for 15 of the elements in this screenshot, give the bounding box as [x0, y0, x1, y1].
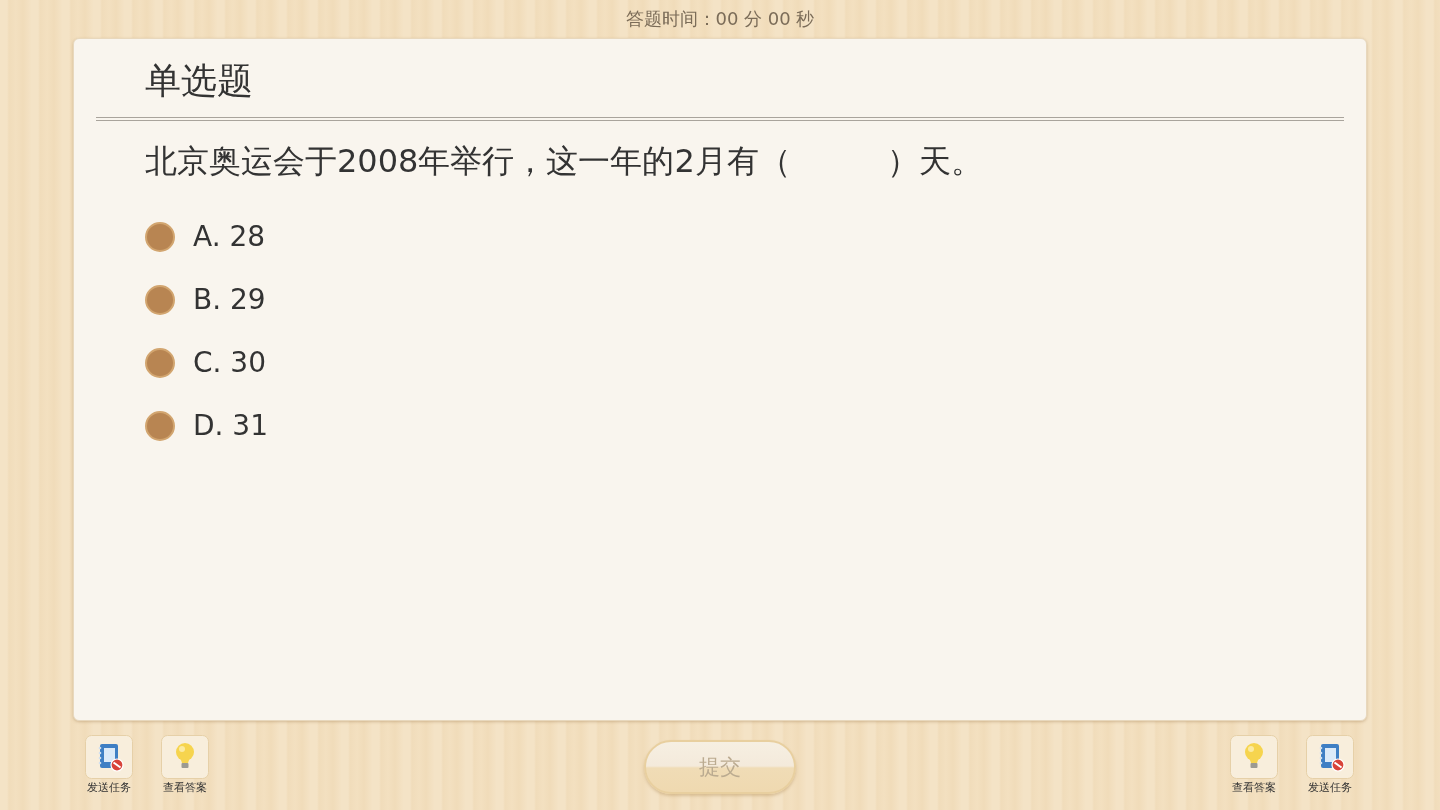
view-answer-button[interactable]: 查看答案: [1226, 735, 1282, 795]
answer-option[interactable]: B. 29: [145, 268, 266, 331]
notebook-icon: [85, 735, 133, 779]
answer-option[interactable]: C. 30: [145, 331, 266, 394]
answer-timer: 答题时间：00 分 00 秒: [625, 7, 815, 31]
light-bulb-icon: [161, 735, 209, 779]
question-type-title: 单选题: [144, 59, 253, 103]
answer-option[interactable]: D. 31: [145, 394, 268, 457]
send-task-button[interactable]: 发送任务: [81, 735, 137, 795]
question-text: 北京奥运会于2008年举行，这一年的2月有（ ）天。: [145, 141, 983, 182]
view-answer-button[interactable]: 查看答案: [157, 735, 213, 795]
answer-option[interactable]: A. 28: [145, 205, 266, 268]
notebook-icon: [1306, 735, 1354, 779]
send-task-button[interactable]: 发送任务: [1302, 735, 1358, 795]
light-bulb-icon: [1230, 735, 1278, 779]
